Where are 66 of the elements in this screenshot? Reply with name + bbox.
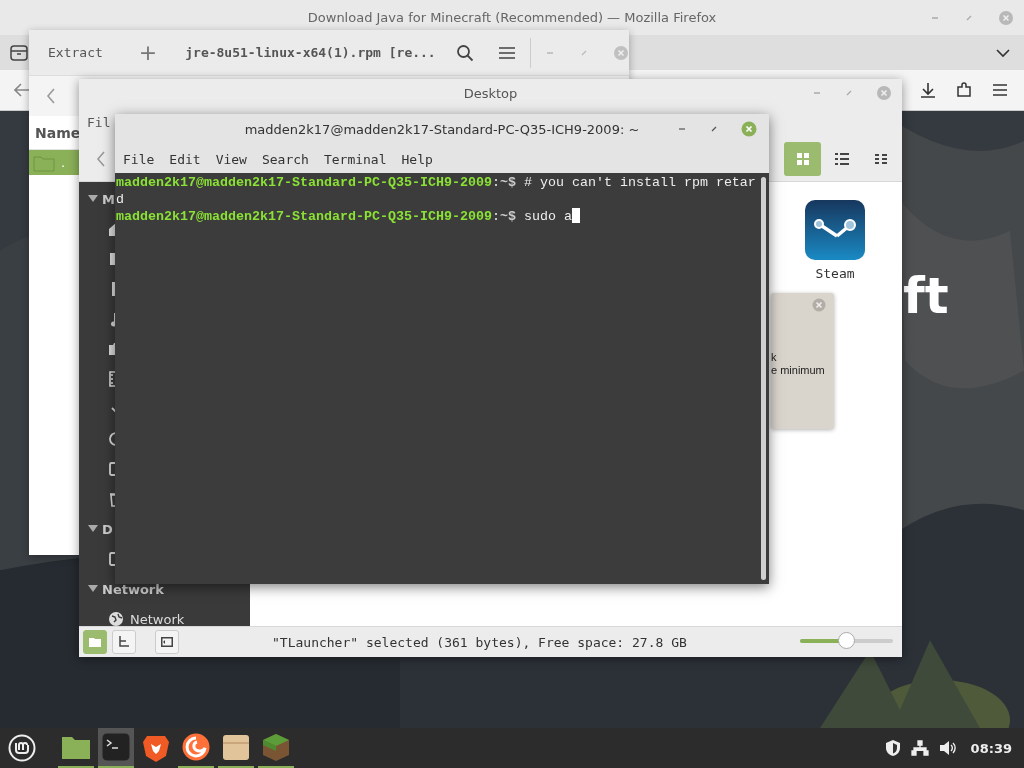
sidebar-panel-icon xyxy=(161,637,173,647)
menu-item[interactable]: View xyxy=(215,151,247,167)
dialog-text: e minimum xyxy=(771,364,825,377)
maximize-icon[interactable] xyxy=(709,124,719,134)
output-text: d xyxy=(116,192,124,207)
globe-icon[interactable] xyxy=(108,611,124,626)
icon-label[interactable]: Steam xyxy=(815,266,855,281)
grass-block-icon xyxy=(261,732,291,762)
volume-icon[interactable] xyxy=(938,740,957,756)
tray-icon[interactable] xyxy=(10,44,28,61)
sidebar-item[interactable]: Network xyxy=(130,611,185,626)
link-arm-icon[interactable] xyxy=(805,200,865,260)
taskbar-app[interactable] xyxy=(98,728,134,768)
sidebar-heading: D xyxy=(102,521,113,537)
window-title: madden2k17@madden2k17-Standard-PC-Q35-ICH9-2009: ~ xyxy=(244,122,640,137)
sidebar-heading: Network xyxy=(102,581,164,597)
window-title: Desktop xyxy=(463,85,518,101)
page-heading: ft xyxy=(903,271,949,321)
window-title: jre-8u51-linux-x64(1).rpm [re... xyxy=(185,45,437,60)
sidebar-heading: M xyxy=(102,191,115,207)
menu-item[interactable]: Search xyxy=(261,151,309,167)
shield-logo-icon xyxy=(141,733,171,763)
extract-button[interactable]: Extract xyxy=(48,45,103,60)
chevron-down-icon[interactable] xyxy=(996,47,1010,58)
expander-icon[interactable] xyxy=(88,195,98,203)
column-header[interactable]: Name xyxy=(35,124,81,141)
slider-thumb[interactable] xyxy=(837,632,855,649)
dialog-text: k xyxy=(771,351,778,364)
sidebar-toggle-button[interactable] xyxy=(155,630,179,654)
grid-icon xyxy=(795,152,810,166)
prompt-path: :~$ xyxy=(491,209,516,224)
zoom-slider[interactable] xyxy=(800,632,893,650)
list-icon xyxy=(833,152,850,166)
expander-icon[interactable] xyxy=(88,585,98,593)
puzzle-piece-icon[interactable] xyxy=(956,82,972,98)
menu-item[interactable]: Fil xyxy=(87,114,111,130)
tree-button[interactable] xyxy=(112,630,136,654)
network-icon[interactable] xyxy=(910,740,929,756)
menu-icon[interactable] xyxy=(992,83,1008,97)
compact-list-icon xyxy=(873,153,888,165)
prompt-user-host: madden2k17@madden2k17-Standard-PC-Q35-ICH9-2009 xyxy=(116,175,492,190)
menu-icon[interactable] xyxy=(498,45,516,60)
prompt-path: :~$ xyxy=(491,175,516,190)
menu-item[interactable]: Help xyxy=(401,151,433,167)
swirl-globe-icon xyxy=(181,732,211,762)
tree-icon xyxy=(118,636,130,648)
command-text: # you can't install rpm retar xyxy=(523,175,756,190)
box-icon xyxy=(221,732,251,762)
add-button[interactable]: + xyxy=(138,41,158,64)
menu-item[interactable]: Terminal xyxy=(323,151,387,167)
command-text: sudo a xyxy=(523,209,572,224)
window-title: Download Java for Minecraft (Recommended) — Mozilla Firefox xyxy=(307,10,717,25)
folder-icon xyxy=(33,153,55,172)
menu-item[interactable]: Edit xyxy=(169,151,201,167)
terminal-icon xyxy=(101,732,131,762)
expander-icon[interactable] xyxy=(88,525,98,533)
menu-item[interactable]: File xyxy=(123,151,155,167)
file-name: . xyxy=(61,155,66,170)
folder-icon xyxy=(89,637,101,647)
back-arrow-icon[interactable] xyxy=(14,83,30,97)
menu-logo-icon[interactable] xyxy=(8,734,36,762)
clock[interactable]: 08:39 xyxy=(970,740,1012,756)
status-text: "TLauncher" selected (361 bytes), Free space: 27.8 GB xyxy=(272,634,687,650)
search-icon[interactable] xyxy=(456,43,474,62)
prompt-user-host: madden2k17@madden2k17-Standard-PC-Q35-ICH9-2009 xyxy=(116,209,492,224)
shield-icon[interactable] xyxy=(884,739,901,757)
